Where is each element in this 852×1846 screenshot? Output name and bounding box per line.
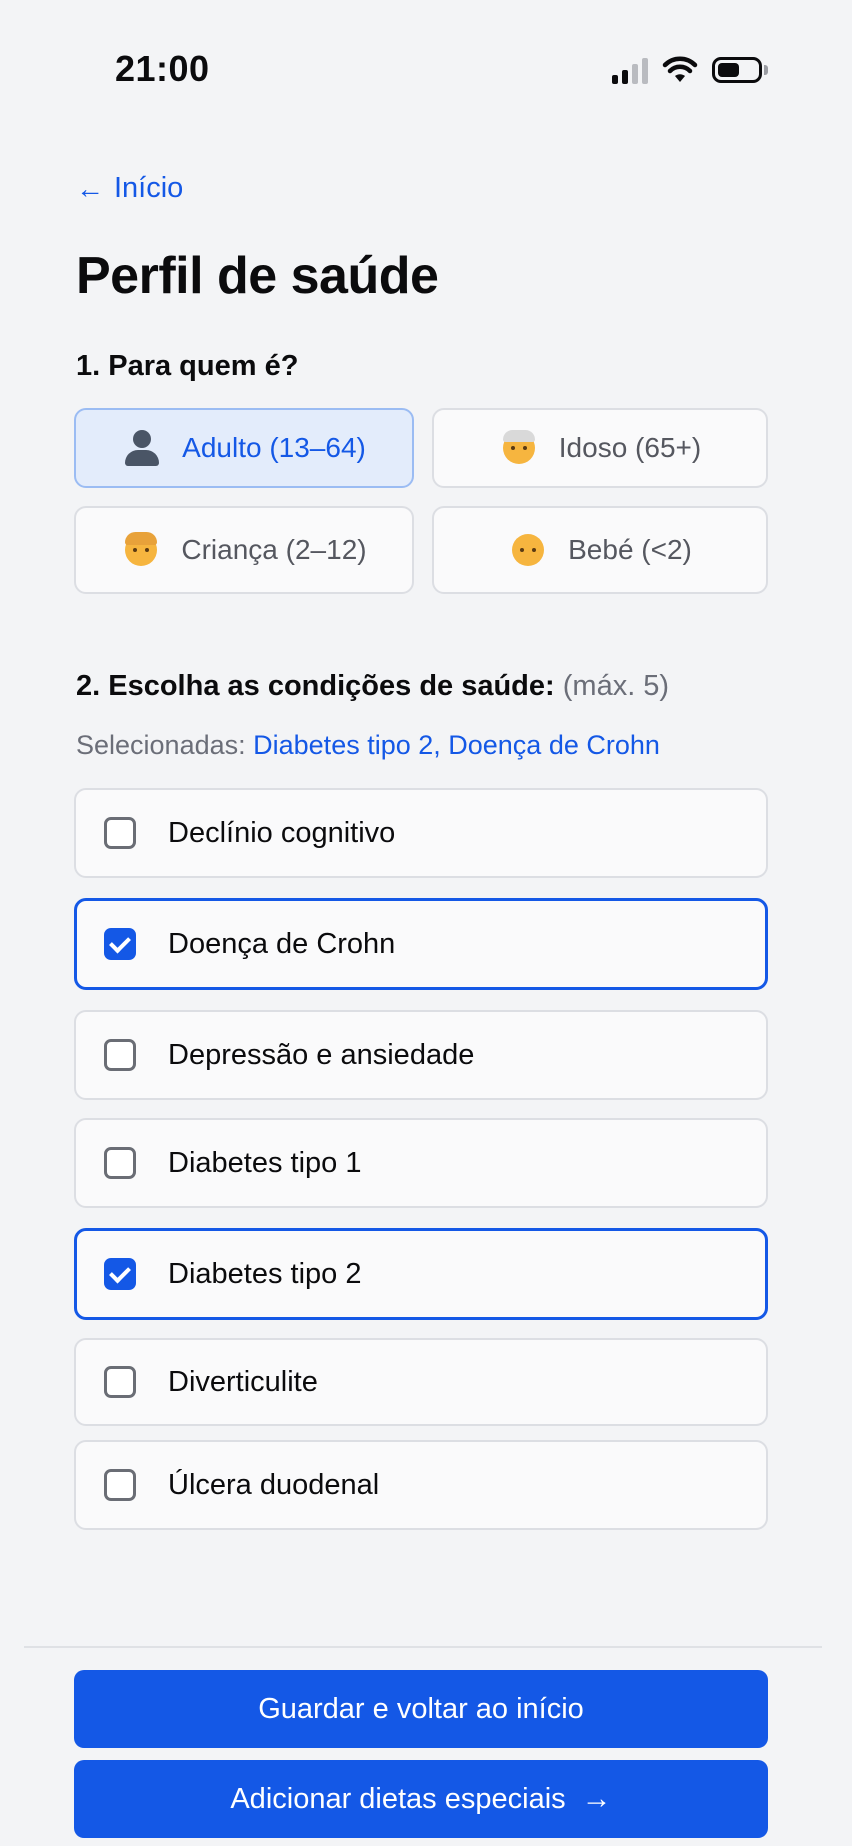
condition-label: Doença de Crohn — [168, 927, 396, 960]
checkbox[interactable] — [104, 1469, 136, 1501]
page-title: Perfil de saúde — [76, 247, 439, 305]
checkbox[interactable] — [104, 817, 136, 849]
profile-option-elderly[interactable]: Idoso (65+) — [432, 408, 768, 488]
profile-option-baby[interactable]: Bebé (<2) — [432, 506, 768, 594]
condition-label: Declínio cognitivo — [168, 816, 396, 849]
selected-conditions-summary: Selecionadas: Diabetes tipo 2, Doença de… — [76, 730, 660, 761]
condition-item-duodenal-ulcer[interactable]: Úlcera duodenal — [74, 1440, 768, 1530]
checkbox-checked[interactable] — [104, 928, 136, 960]
checkbox[interactable] — [104, 1147, 136, 1179]
checkbox-checked[interactable] — [104, 1258, 136, 1290]
profile-options: Adulto (13–64) Idoso (65+) Criança (2–12… — [74, 408, 768, 594]
profile-option-label: Bebé (<2) — [568, 534, 692, 565]
cellular-signal-icon — [612, 56, 648, 84]
status-time: 21:00 — [115, 48, 210, 89]
older-person-icon — [499, 430, 539, 464]
condition-label: Úlcera duodenal — [168, 1468, 380, 1501]
status-icons — [612, 56, 768, 84]
condition-label: Diverticulite — [168, 1365, 318, 1398]
selected-prefix: Selecionadas: — [76, 730, 246, 760]
adult-person-icon — [122, 430, 162, 466]
add-special-diets-button[interactable]: Adicionar dietas especiais → — [74, 1760, 768, 1838]
child-icon — [121, 532, 161, 566]
condition-item-diverticulitis[interactable]: Diverticulite — [74, 1338, 768, 1426]
condition-item-diabetes-type-1[interactable]: Diabetes tipo 1 — [74, 1118, 768, 1208]
footer-divider — [24, 1646, 822, 1648]
condition-label: Diabetes tipo 2 — [168, 1257, 362, 1290]
profile-option-label: Idoso (65+) — [558, 432, 702, 463]
status-bar: 21:00 — [0, 0, 852, 140]
condition-label: Depressão e ansiedade — [168, 1038, 475, 1071]
arrow-left-icon: ← — [76, 172, 104, 204]
condition-item-cognitive-decline[interactable]: Declínio cognitivo — [74, 788, 768, 878]
profile-option-label: Criança (2–12) — [181, 534, 367, 565]
condition-label: Diabetes tipo 1 — [168, 1146, 362, 1179]
profile-option-adult[interactable]: Adulto (13–64) — [74, 408, 414, 488]
conditions-list[interactable]: Declínio cognitivo Doença de Crohn Depre… — [74, 788, 768, 1646]
checkbox[interactable] — [104, 1366, 136, 1398]
profile-question: 1. Para quem é? — [76, 350, 299, 382]
save-button-label: Guardar e voltar ao início — [258, 1692, 584, 1725]
baby-icon — [508, 534, 548, 566]
battery-icon — [712, 57, 768, 83]
profile-option-child[interactable]: Criança (2–12) — [74, 506, 414, 594]
back-link[interactable]: ← Início — [76, 172, 183, 205]
profile-option-label: Adulto (13–64) — [182, 432, 366, 463]
conditions-question: 2. Escolha as condições de saúde: (máx. … — [76, 670, 669, 703]
conditions-question-text: 2. Escolha as condições de saúde: — [76, 670, 555, 702]
conditions-max-note: (máx. 5) — [562, 670, 670, 702]
next-button-label: Adicionar dietas especiais — [230, 1782, 566, 1815]
battery-level — [718, 63, 739, 77]
checkbox[interactable] — [104, 1039, 136, 1071]
selected-values: Diabetes tipo 2, Doença de Crohn — [253, 730, 660, 760]
wifi-icon — [662, 56, 698, 82]
arrow-right-icon: → — [581, 1782, 612, 1815]
condition-item-crohns[interactable]: Doença de Crohn — [74, 898, 768, 990]
condition-item-depression-anxiety[interactable]: Depressão e ansiedade — [74, 1010, 768, 1100]
back-link-label: Início — [114, 172, 184, 204]
save-and-return-button[interactable]: Guardar e voltar ao início — [74, 1670, 768, 1748]
condition-item-diabetes-type-2[interactable]: Diabetes tipo 2 — [74, 1228, 768, 1320]
